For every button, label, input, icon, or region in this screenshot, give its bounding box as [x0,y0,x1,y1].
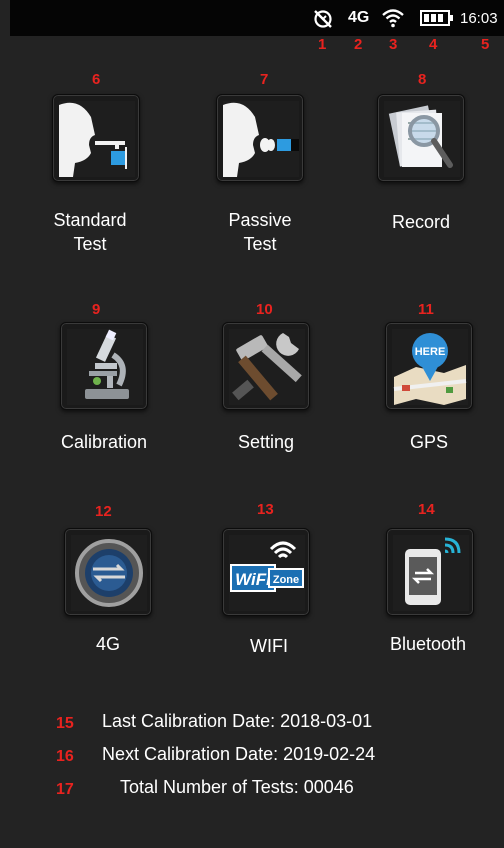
record-icon [384,101,460,177]
marker-15: 15 [56,715,74,732]
gps-label: GPS [409,432,448,452]
gps-button[interactable]: HERE [385,322,473,410]
marker-11: 11 [418,301,434,318]
total-number-of-tests: Total Number of Tests: 00046 [120,777,354,797]
marker-8: 8 [418,71,427,88]
setting-label: Setting [237,432,295,452]
record-button[interactable] [377,94,465,182]
bluetooth-phone-icon [393,535,469,611]
standard-test-button[interactable] [52,94,140,182]
marker-10: 10 [256,301,273,318]
marker-17: 17 [56,781,74,798]
marker-4: 4 [429,36,438,53]
status-bar: 4G 16:03 [10,0,504,36]
microscope-icon [67,329,143,405]
wifi-zone-icon: WiFi Zone [229,535,305,611]
passive-test-button[interactable] [216,94,304,182]
marker-16: 16 [56,748,74,765]
marker-2: 2 [354,36,363,53]
bluetooth-button[interactable] [386,528,474,616]
4g-label: 4G [95,634,120,654]
svg-text:WiFi: WiFi [235,570,272,589]
4g-globe-icon [71,535,147,611]
bluetooth-label: Bluetooth [389,634,467,654]
clock: 16:03 [460,10,498,27]
network-type: 4G [348,9,370,26]
marker-7: 7 [260,71,269,88]
standard-test-label: Standard Test [53,210,127,254]
marker-14: 14 [418,501,435,518]
setting-button[interactable] [222,322,310,410]
passive-test-icon [223,101,299,177]
marker-12: 12 [95,503,112,520]
marker-9: 9 [92,301,101,318]
marker-13: 13 [257,501,274,518]
wifi-icon [381,8,405,28]
marker-1: 1 [318,36,327,53]
4g-button[interactable] [64,528,152,616]
battery-icon [420,10,454,26]
record-label: Record [391,212,451,232]
svg-text:HERE: HERE [415,346,446,358]
alarm-off-icon [312,8,334,30]
passive-test-label: Passive Test [228,210,292,254]
marker-3: 3 [389,36,398,53]
calibration-label: Calibration [60,432,148,452]
svg-text:Zone: Zone [273,574,299,586]
calibration-button[interactable] [60,322,148,410]
wifi-button[interactable]: WiFi Zone [222,528,310,616]
marker-6: 6 [92,71,101,88]
standard-test-icon [59,101,135,177]
tools-icon [229,329,305,405]
marker-5: 5 [481,36,490,53]
map-pin-icon: HERE [392,329,468,405]
last-calibration-date: Last Calibration Date: 2018-03-01 [102,711,373,731]
next-calibration-date: Next Calibration Date: 2019-02-24 [102,744,376,764]
wifi-label: WIFI [250,636,288,656]
